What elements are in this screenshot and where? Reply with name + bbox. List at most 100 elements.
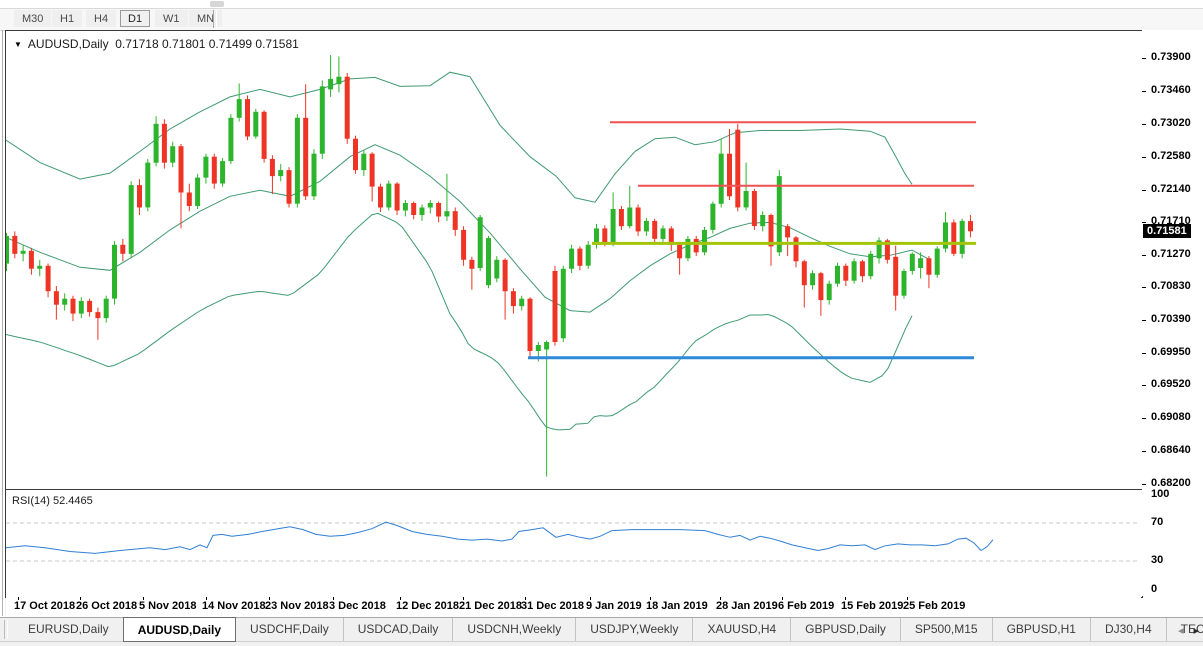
candle-body <box>361 154 366 170</box>
candle-body <box>353 139 358 170</box>
chart-tab-dj30-h4[interactable]: DJ30,H4 <box>1090 618 1166 642</box>
candle-body <box>386 184 391 208</box>
timeframe-button-d1[interactable]: D1 <box>120 10 150 27</box>
chart-tab-eurusd-daily[interactable]: EURUSD,Daily <box>14 618 123 642</box>
tab-scroll-right-icon[interactable]: ▸ <box>1193 624 1199 637</box>
candle-body <box>320 86 325 153</box>
candle-body <box>868 254 873 276</box>
timeframe-button-h1[interactable]: H1 <box>52 10 82 27</box>
date-axis-label: 17 Oct 2018 <box>14 600 75 612</box>
timeframe-button-m30[interactable]: M30 <box>14 10 51 27</box>
candle-body <box>553 271 558 342</box>
price-axis-label: 0.72140 <box>1151 183 1191 195</box>
rsi-canvas[interactable] <box>6 490 1140 595</box>
candle-body <box>802 261 807 285</box>
date-axis-label: 3 Dec 2018 <box>329 600 386 612</box>
candle-body <box>120 245 125 254</box>
candle-body <box>262 112 267 159</box>
candle-body <box>511 291 516 306</box>
chart-tab-audusd-daily[interactable]: AUDUSD,Daily <box>123 617 236 642</box>
candle-body <box>228 118 233 161</box>
timeframe-button-h4[interactable]: H4 <box>86 10 116 27</box>
date-axis-label: 14 Nov 2018 <box>202 600 266 612</box>
candle-body <box>968 221 973 231</box>
candle-body <box>71 299 76 314</box>
price-axis-label: 0.69950 <box>1151 346 1191 358</box>
candle-body <box>6 236 9 264</box>
price-axis-tick <box>1142 222 1146 223</box>
candle-body <box>710 204 715 230</box>
candle-body <box>785 226 790 237</box>
price-axis-tick <box>1142 255 1146 256</box>
price-axis-tick <box>1142 484 1146 485</box>
candle-body <box>652 221 657 239</box>
candle-body <box>278 170 283 176</box>
chart-tab-usdchf-daily[interactable]: USDCHF,Daily <box>236 618 343 642</box>
toolbar-grip <box>210 1 224 7</box>
rsi-indicator-panel: RSI(14) 52.4465 <box>5 489 1143 598</box>
candle-body <box>627 208 632 227</box>
price-chart-panel: ▼AUDUSD,Daily 0.71718 0.71801 0.71499 0.… <box>5 30 1143 490</box>
candle-body <box>619 209 624 226</box>
date-axis[interactable]: 17 Oct 201826 Oct 20185 Nov 201814 Nov 2… <box>6 597 1141 616</box>
rsi-axis-label: 100 <box>1151 488 1169 500</box>
candle-body <box>461 230 466 260</box>
window-top-strip <box>0 0 1203 9</box>
date-axis-label: 9 Jan 2019 <box>586 600 642 612</box>
candle-body <box>395 184 400 211</box>
symbol-dropdown-icon[interactable]: ▼ <box>14 40 22 49</box>
chart-tab-usdcnh-weekly[interactable]: USDCNH,Weekly <box>452 618 575 642</box>
chart-symbol-label: AUDUSD,Daily <box>28 37 109 51</box>
candle-body <box>129 185 134 254</box>
price-axis-label: 0.70390 <box>1151 313 1191 325</box>
chart-title: ▼AUDUSD,Daily 0.71718 0.71801 0.71499 0.… <box>14 37 299 51</box>
tab-scroll-arrows: ◂ ▸ <box>1178 618 1199 642</box>
price-axis-label: 0.72580 <box>1151 150 1191 162</box>
price-axis[interactable]: 0.739000.734600.730200.725800.721400.717… <box>1142 30 1203 596</box>
chart-tab-gbpusd-h1[interactable]: GBPUSD,H1 <box>992 618 1090 642</box>
date-axis-label: 6 Feb 2019 <box>778 600 834 612</box>
candle-body <box>569 249 574 269</box>
candle-body <box>561 269 566 339</box>
candle-body <box>503 260 508 291</box>
bollinger-middle-band <box>6 145 930 312</box>
price-axis-tick <box>1142 190 1146 191</box>
candle-body <box>420 208 425 216</box>
candle-body <box>744 191 749 207</box>
bollinger-upper-band <box>6 72 912 202</box>
timeframe-button-w1[interactable]: W1 <box>155 10 188 27</box>
chart-tab-usdcad-daily[interactable]: USDCAD,Daily <box>343 618 453 642</box>
price-axis-tick <box>1142 385 1146 386</box>
chart-tab-sp500-m15[interactable]: SP500,M15 <box>900 618 992 642</box>
price-chart-canvas[interactable] <box>6 31 1140 487</box>
candle-body <box>378 187 383 208</box>
tab-bar-notch <box>4 620 8 639</box>
chart-tab-xauusd-h4[interactable]: XAUUSD,H4 <box>692 618 790 642</box>
candle-body <box>935 249 940 275</box>
candle-body <box>727 154 732 197</box>
rsi-axis-label: 70 <box>1151 516 1163 528</box>
candle-body <box>345 77 350 139</box>
candle-body <box>403 203 408 211</box>
chart-tab-usdjpy-weekly[interactable]: USDJPY,Weekly <box>575 618 692 642</box>
candle-body <box>336 77 341 85</box>
candle-body <box>295 118 300 204</box>
candle-body <box>270 159 275 176</box>
candle-body <box>960 221 965 254</box>
bollinger-lower-band <box>6 213 912 430</box>
candle-body <box>852 261 857 280</box>
price-axis-tick <box>1142 353 1146 354</box>
candle-body <box>818 273 823 300</box>
candle-body <box>469 260 474 269</box>
candle-body <box>137 185 142 207</box>
candle-body <box>428 203 433 208</box>
chart-tab-gbpusd-daily[interactable]: GBPUSD,Daily <box>790 618 900 642</box>
candle-body <box>694 239 699 253</box>
candle-body <box>145 163 150 208</box>
tab-scroll-left-icon[interactable]: ◂ <box>1178 624 1184 637</box>
candle-body <box>195 178 200 206</box>
timeframe-button-mn[interactable]: MN <box>189 10 222 27</box>
candle-body <box>12 236 17 254</box>
date-axis-label: 12 Dec 2018 <box>396 600 459 612</box>
candle-body <box>303 118 308 197</box>
